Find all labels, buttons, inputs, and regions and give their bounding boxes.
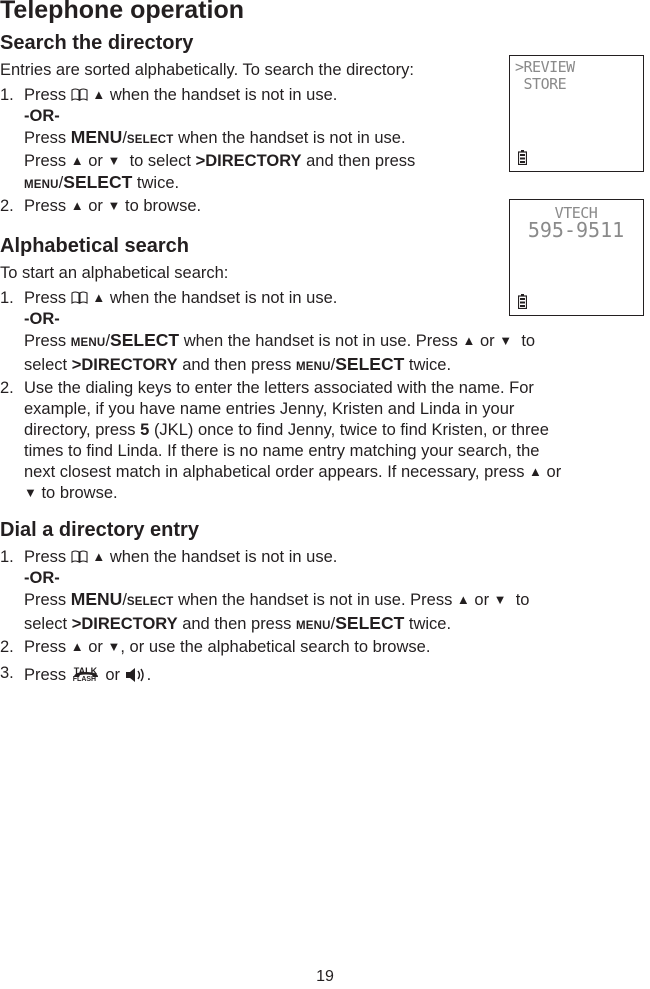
or-label: -OR- <box>24 569 60 587</box>
directory-book-icon <box>71 291 88 304</box>
alpha-intro: To start an alphabetical search: <box>0 264 229 282</box>
page-number: 19 <box>316 968 334 985</box>
directory-label: >DIRECTORY <box>71 615 178 633</box>
lcd-line: >REVIEW <box>515 58 575 76</box>
directory-label: >DIRECTORY <box>71 356 178 374</box>
speaker-icon <box>125 668 144 682</box>
up-arrow-icon: ▲ <box>92 87 106 102</box>
talk-flash-icon: TALK FLASH <box>72 666 98 683</box>
select-key-label: SELECT <box>126 596 174 608</box>
up-arrow-icon: ▲ <box>456 592 470 607</box>
dial-step-2: 2. Press ▲ or ▼, or use the alphabetical… <box>0 638 431 656</box>
key-5-label: 5 <box>140 421 150 439</box>
down-arrow-icon: ▼ <box>24 485 37 500</box>
up-arrow-icon: ▲ <box>70 198 84 213</box>
lcd-screen-menu: >REVIEW STORE <box>509 55 644 172</box>
up-arrow-icon: ▲ <box>70 153 84 168</box>
directory-book-icon <box>71 88 88 101</box>
dial-step-3: 3. Press TALK FLASH or . <box>0 663 640 689</box>
menu-key-label: MENU <box>70 127 123 147</box>
select-key-label: SELECT <box>110 330 180 350</box>
alpha-step-2: 2. Use the dialing keys to enter the let… <box>0 379 562 502</box>
select-key-label: SELECT <box>126 134 174 146</box>
down-arrow-icon: ▼ <box>107 639 121 654</box>
section-heading-search: Search the directory <box>0 32 194 54</box>
down-arrow-icon: ▼ <box>499 333 513 348</box>
search-intro: Entries are sorted alphabetically. To se… <box>0 61 414 79</box>
section-heading-alpha: Alphabetical search <box>0 235 189 257</box>
lcd-line: STORE <box>515 75 567 93</box>
menu-key-label: MENU <box>70 337 106 349</box>
up-arrow-icon: ▲ <box>92 549 106 564</box>
down-arrow-icon: ▼ <box>107 153 121 168</box>
down-arrow-icon: ▼ <box>107 198 121 213</box>
or-label: -OR- <box>24 310 60 328</box>
search-step-1: 1. Press ▲ when the handset is not in us… <box>0 86 416 192</box>
directory-book-icon <box>71 550 88 563</box>
dial-step-1: 1. Press ▲ when the handset is not in us… <box>0 548 530 633</box>
search-step-2: 2. Press ▲ or ▼ to browse. <box>0 197 202 215</box>
alpha-step-1: 1. Press ▲ when the handset is not in us… <box>0 289 536 374</box>
or-label: -OR- <box>24 107 60 125</box>
up-arrow-icon: ▲ <box>529 464 542 479</box>
menu-key-label: MENU <box>70 589 123 609</box>
lcd-line: 595-9511 <box>527 218 625 242</box>
page-title: Telephone operation <box>0 0 244 24</box>
up-arrow-icon: ▲ <box>70 639 84 654</box>
section-heading-dial: Dial a directory entry <box>0 519 199 541</box>
directory-label: >DIRECTORY <box>195 152 302 170</box>
up-arrow-icon: ▲ <box>92 290 106 305</box>
step-number: 1. <box>0 86 14 104</box>
down-arrow-icon: ▼ <box>493 592 507 607</box>
battery-icon <box>518 150 527 165</box>
up-arrow-icon: ▲ <box>462 333 476 348</box>
